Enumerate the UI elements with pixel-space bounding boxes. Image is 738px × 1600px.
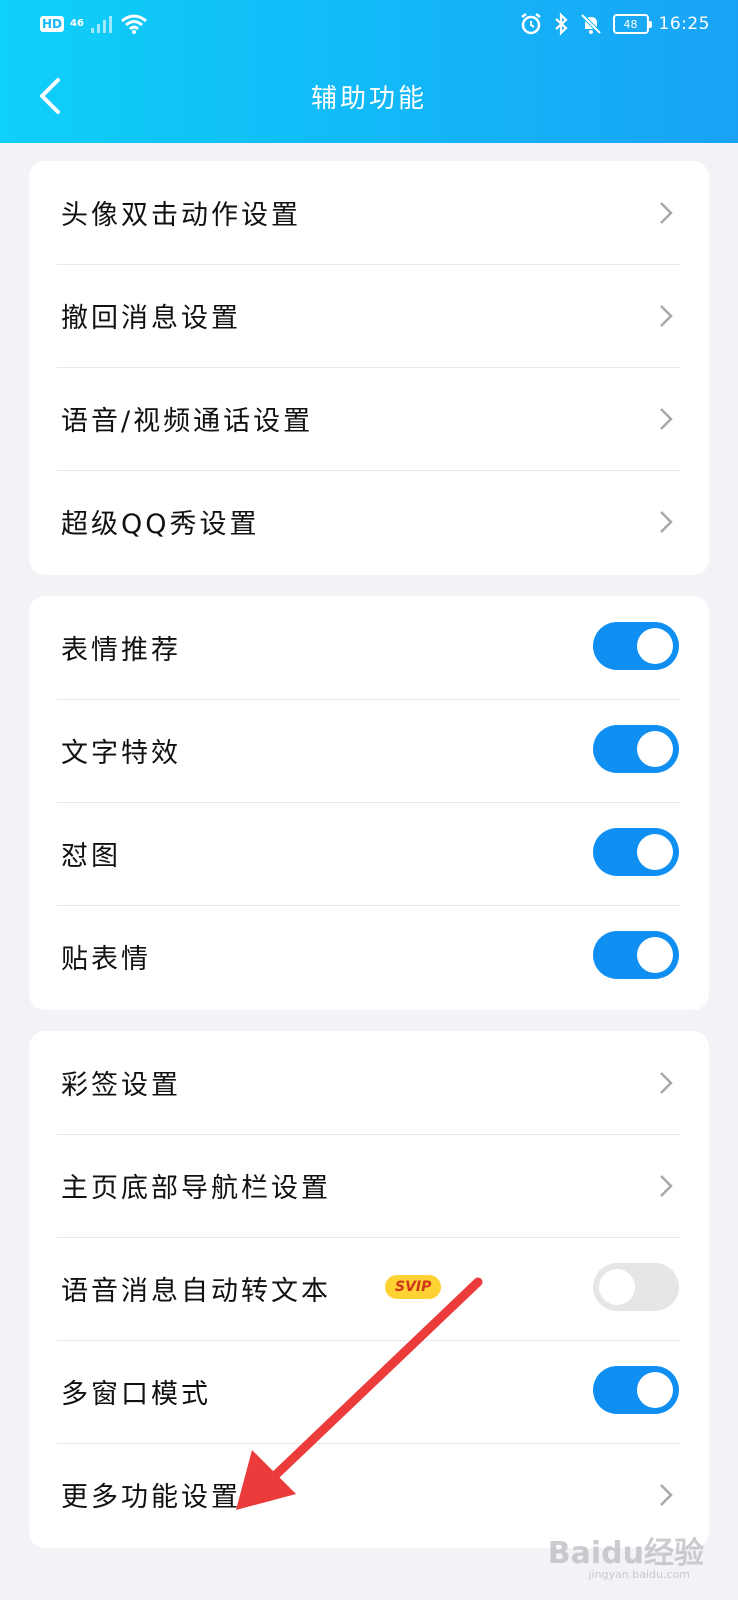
row-avatar-double-tap[interactable]: 头像双击动作设置: [29, 161, 709, 264]
chevron-right-icon: [660, 1484, 673, 1506]
row-text-effects: 文字特效: [29, 699, 709, 802]
row-label: 语音/视频通话设置: [61, 406, 314, 437]
status-bar: HD 46 48 16:25: [0, 0, 738, 52]
wifi-icon: [120, 14, 147, 34]
page-title: 辅助功能: [310, 84, 427, 114]
bluetooth-icon: [554, 12, 568, 36]
settings-group-1: 头像双击动作设置 撤回消息设置 语音/视频通话设置 超级QQ秀设置: [29, 161, 709, 575]
chevron-right-icon: [660, 511, 673, 533]
row-stick-sticker: 贴表情: [29, 905, 709, 1008]
row-multi-window: 多窗口模式: [29, 1340, 709, 1443]
row-label: 表情推荐: [61, 635, 181, 666]
reply-image-toggle[interactable]: [593, 828, 679, 876]
row-label: 语音消息自动转文本: [61, 1276, 331, 1307]
row-recall-message[interactable]: 撤回消息设置: [29, 264, 709, 367]
signal-icon: [90, 16, 112, 33]
row-bottom-nav[interactable]: 主页底部导航栏设置: [29, 1134, 709, 1237]
status-left: HD 46: [40, 13, 148, 35]
toggle-knob: [637, 731, 673, 767]
row-label: 贴表情: [61, 944, 151, 975]
chevron-right-icon: [660, 202, 673, 224]
row-super-qq-show[interactable]: 超级QQ秀设置: [29, 470, 709, 573]
hd-badge: HD: [40, 16, 65, 32]
chevron-right-icon: [660, 305, 673, 327]
row-label: 多窗口模式: [61, 1379, 211, 1410]
row-voice-to-text: 语音消息自动转文本 SVIP: [29, 1237, 709, 1340]
multi-window-toggle[interactable]: [593, 1366, 679, 1414]
text-effects-toggle[interactable]: [593, 725, 679, 773]
row-voice-video-call[interactable]: 语音/视频通话设置: [29, 367, 709, 470]
row-label: 撤回消息设置: [61, 303, 241, 334]
row-sticker-recommend: 表情推荐: [29, 596, 709, 699]
row-label: 文字特效: [61, 738, 181, 769]
app-header: HD 46 48 16:25 辅助功能: [0, 0, 738, 143]
chevron-right-icon: [660, 1175, 673, 1197]
settings-group-2: 表情推荐 文字特效 怼图 贴表情: [29, 596, 709, 1010]
row-reply-image: 怼图: [29, 802, 709, 905]
battery-icon: 48: [612, 14, 652, 34]
voice-to-text-toggle[interactable]: [593, 1263, 679, 1311]
row-label: 超级QQ秀设置: [61, 509, 260, 540]
stick-sticker-toggle[interactable]: [593, 931, 679, 979]
toggle-knob: [637, 937, 673, 973]
settings-group-3: 彩签设置 主页底部导航栏设置 语音消息自动转文本 SVIP 多窗口模式 更多功能…: [29, 1031, 709, 1548]
sticker-recommend-toggle[interactable]: [593, 622, 679, 670]
alarm-icon: [520, 13, 541, 35]
battery-level: 48: [623, 17, 638, 31]
status-time: 16:25: [658, 14, 710, 34]
row-label: 更多功能设置: [61, 1482, 241, 1513]
chevron-right-icon: [660, 408, 673, 430]
toggle-knob: [637, 1372, 673, 1408]
chevron-right-icon: [660, 1072, 673, 1094]
toggle-knob: [637, 628, 673, 664]
toggle-knob: [637, 834, 673, 870]
status-right: 48 16:25: [519, 12, 711, 36]
row-label: 怼图: [61, 841, 121, 872]
row-color-tag[interactable]: 彩签设置: [29, 1031, 709, 1134]
toggle-knob: [599, 1269, 635, 1305]
mute-bell-icon: [580, 13, 601, 35]
svip-badge: SVIP: [385, 1275, 442, 1299]
watermark-logo: Baidu经验: [547, 1536, 704, 1571]
row-label: 彩签设置: [61, 1070, 181, 1101]
watermark-url: jingyan.baidu.com: [588, 1568, 690, 1581]
row-label: 头像双击动作设置: [61, 200, 301, 231]
network-type: 46: [70, 18, 84, 29]
row-label: 主页底部导航栏设置: [61, 1173, 331, 1204]
